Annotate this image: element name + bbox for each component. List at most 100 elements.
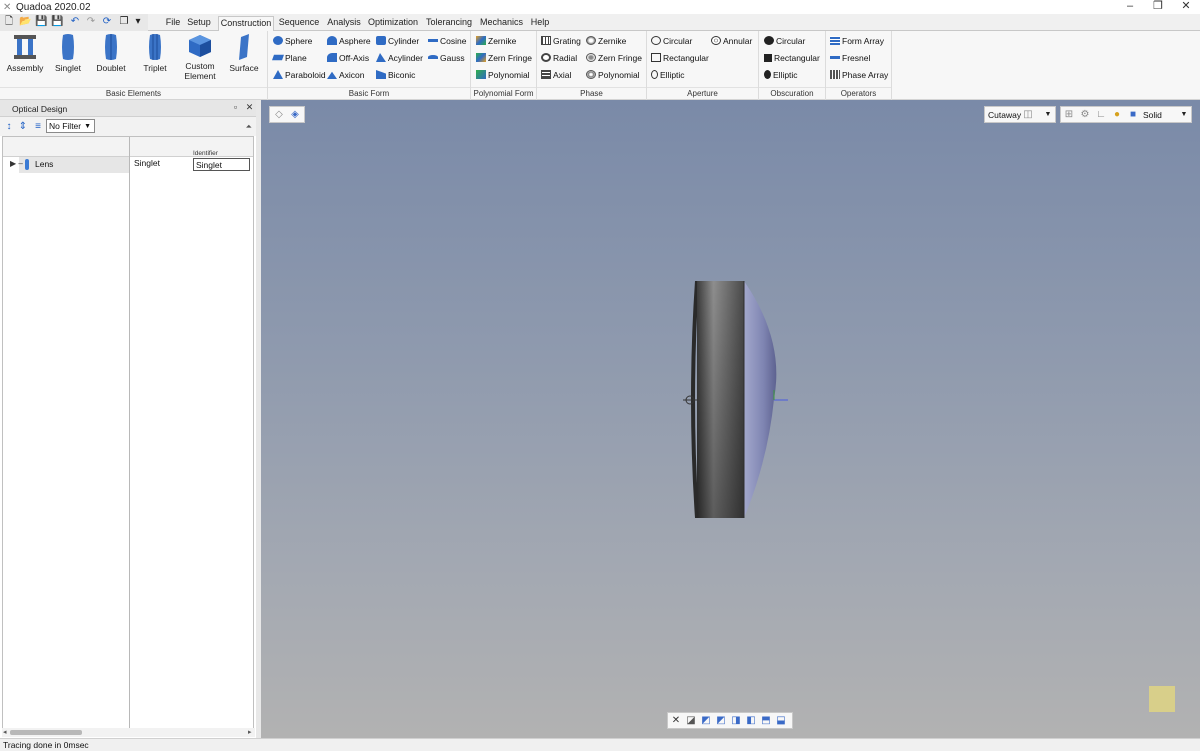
lens-model[interactable] [261, 100, 1200, 738]
cosine-label: Cosine [440, 36, 467, 46]
tab-tolerancing[interactable]: Tolerancing [426, 16, 472, 31]
scrollbar-thumb[interactable] [10, 730, 82, 735]
scroll-left-icon[interactable]: ◂ [3, 728, 7, 736]
phase-zernike-icon [586, 36, 596, 45]
quick-access-dropdown-icon[interactable]: ▾ [132, 16, 144, 28]
copy-icon[interactable]: ❐ [118, 16, 130, 28]
horizontal-scrollbar[interactable]: ◂ ▸ [2, 728, 255, 737]
save-icon[interactable]: 💾 [35, 16, 47, 28]
redo-icon[interactable]: ↷ [85, 16, 97, 28]
minimize-button[interactable]: – [1115, 0, 1145, 14]
tab-mechanics[interactable]: Mechanics [480, 16, 523, 31]
undo-icon[interactable]: ↶ [69, 16, 81, 28]
tab-help[interactable]: Help [528, 16, 552, 31]
axial-button[interactable]: Axial [541, 69, 571, 82]
grating-button[interactable]: Grating [541, 35, 581, 48]
view-left-icon[interactable]: ◨ [730, 715, 742, 727]
view-back-icon[interactable]: ◩ [715, 715, 727, 727]
element-name: Lens [35, 159, 54, 169]
fit-view-icon[interactable]: ✕ [670, 715, 682, 727]
surface-button[interactable]: Surface [228, 33, 260, 73]
phase-polynomial-button[interactable]: Polynomial [586, 69, 640, 82]
phase-zern-fringe-label: Zern Fringe [598, 53, 642, 63]
collapse-up-icon[interactable]: ⏶ [246, 122, 252, 132]
cylinder-button[interactable]: Cylinder [376, 35, 419, 48]
cosine-button[interactable]: Cosine [428, 35, 466, 48]
polynomial-icon [476, 70, 486, 79]
paraboloid-label: Paraboloid [285, 70, 326, 80]
assembly-button[interactable]: Assembly [6, 33, 44, 73]
gauss-button[interactable]: Gauss [428, 52, 465, 65]
expand-triangle-icon[interactable]: ▶ ‒ [10, 159, 23, 168]
form-array-button[interactable]: Form Array [830, 35, 884, 48]
tab-construction[interactable]: Construction [218, 16, 274, 32]
sphere-button[interactable]: Sphere [273, 35, 312, 48]
phase-array-button[interactable]: Phase Array [830, 69, 888, 82]
phase-zern-fringe-button[interactable]: Zern Fringe [586, 52, 642, 65]
close-button[interactable]: ✕ [1171, 0, 1200, 14]
zern-fringe-icon [476, 53, 486, 62]
biconic-label: Biconic [388, 70, 416, 80]
restore-button[interactable]: ❐ [1143, 0, 1173, 14]
view-cube-corner[interactable] [1149, 686, 1175, 712]
triplet-button[interactable]: Triplet [139, 33, 171, 73]
biconic-button[interactable]: Biconic [376, 69, 415, 82]
asphere-label: Asphere [339, 36, 371, 46]
grid-header-tree [3, 137, 129, 157]
phase-zernike-button[interactable]: Zernike [586, 35, 626, 48]
expand-all-icon[interactable]: ↕ [4, 121, 14, 132]
acylinder-button[interactable]: Acylinder [376, 52, 423, 65]
circle-outline-icon [651, 36, 661, 45]
obscuration-circular-label: Circular [776, 36, 806, 46]
scroll-right-icon[interactable]: ▸ [248, 728, 252, 736]
aperture-elliptic-button[interactable]: Elliptic [651, 69, 685, 82]
view-top-icon[interactable]: ⬒ [760, 715, 772, 727]
save-as-icon[interactable]: 💾 [51, 16, 63, 28]
off-axis-button[interactable]: Off-Axis [327, 52, 369, 65]
new-file-icon[interactable]: 🗋 [3, 16, 15, 28]
paraboloid-button[interactable]: Paraboloid [273, 69, 326, 82]
polynomial-form-button[interactable]: Polynomial [476, 69, 530, 82]
refresh-icon[interactable]: ⟳ [101, 16, 113, 28]
zernike-icon [476, 36, 486, 45]
lens-icon [25, 159, 29, 170]
obscuration-circular-button[interactable]: Circular [764, 35, 805, 48]
group-label-phase: Phase [537, 87, 646, 100]
filled-circle-icon [764, 36, 774, 45]
element-tree-grid: Identifier ▶ ‒ Lens Singlet [2, 136, 254, 729]
tab-optimization[interactable]: Optimization [368, 16, 418, 31]
asphere-button[interactable]: Asphere [327, 35, 371, 48]
open-folder-icon[interactable]: 📂 [19, 16, 31, 28]
custom-element-button[interactable]: Custom Element [180, 33, 220, 81]
3d-viewport[interactable]: ◇ ◈ Cutaway ◫ ▼ ⊞ ⚙ ∟ ● ■ Solid ▼ ✕ ◪ ◩ … [261, 100, 1200, 738]
obscuration-rectangular-button[interactable]: Rectangular [764, 52, 820, 65]
filter-select[interactable]: No Filter ▼ [46, 119, 95, 133]
list-view-icon[interactable]: ≡ [33, 121, 43, 132]
plane-button[interactable]: Plane [272, 52, 307, 65]
panel-close-icon[interactable]: ✕ [244, 102, 255, 114]
view-bottom-icon[interactable]: ⬓ [775, 715, 787, 727]
doublet-button[interactable]: Doublet [93, 33, 129, 73]
collapse-all-icon[interactable]: ⇕ [18, 121, 28, 132]
aperture-annular-button[interactable]: Annular [711, 35, 752, 48]
panel-float-icon[interactable]: ▫ [230, 102, 241, 114]
radial-button[interactable]: Radial [541, 52, 577, 65]
view-iso-icon[interactable]: ◪ [685, 715, 697, 727]
assembly-label: Assembly [6, 63, 44, 73]
zernike-form-button[interactable]: Zernike [476, 35, 516, 48]
aperture-circular-button[interactable]: Circular [651, 35, 692, 48]
zern-fringe-form-button[interactable]: Zern Fringe [476, 52, 532, 65]
table-row[interactable]: ▶ ‒ Lens Singlet [3, 157, 253, 173]
view-front-icon[interactable]: ◩ [700, 715, 712, 727]
singlet-button[interactable]: Singlet [52, 33, 84, 73]
tab-analysis[interactable]: Analysis [326, 16, 362, 31]
fresnel-button[interactable]: Fresnel [830, 52, 870, 65]
tab-sequence[interactable]: Sequence [278, 16, 320, 31]
obscuration-elliptic-button[interactable]: Elliptic [764, 69, 798, 82]
aperture-rectangular-button[interactable]: Rectangular [651, 52, 709, 65]
tab-setup[interactable]: Setup [184, 16, 214, 31]
view-right-icon[interactable]: ◧ [745, 715, 757, 727]
column-separator[interactable] [129, 137, 130, 728]
identifier-field[interactable] [193, 158, 250, 171]
axicon-button[interactable]: Axicon [327, 69, 365, 82]
